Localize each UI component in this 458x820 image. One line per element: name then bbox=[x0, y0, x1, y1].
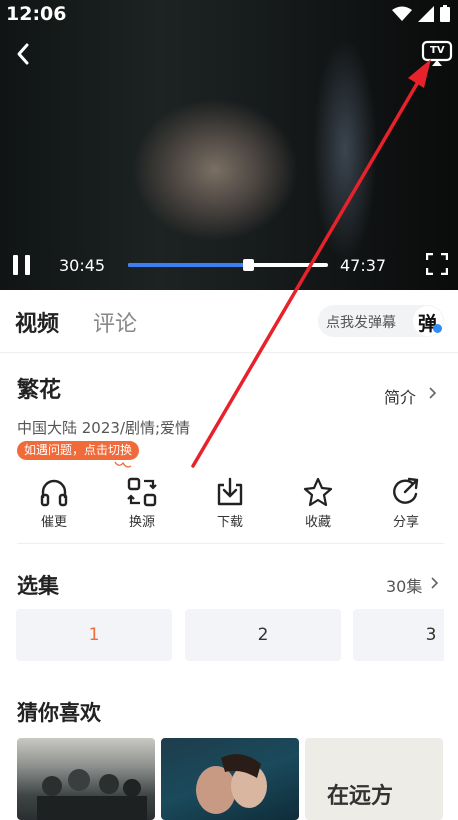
poster-artwork bbox=[196, 754, 267, 814]
recommend-title: 猜你喜欢 bbox=[17, 701, 101, 725]
recommend-poster[interactable] bbox=[17, 738, 155, 820]
poster-artwork bbox=[37, 769, 147, 820]
episode-item[interactable]: 3 bbox=[353, 609, 444, 661]
episode-item[interactable]: 1 bbox=[16, 609, 172, 661]
recommend-poster[interactable] bbox=[161, 738, 299, 820]
episode-item[interactable]: 2 bbox=[185, 609, 341, 661]
poster-title: 在远方 bbox=[327, 784, 394, 809]
recommend-poster[interactable]: 在远方 bbox=[305, 738, 443, 820]
